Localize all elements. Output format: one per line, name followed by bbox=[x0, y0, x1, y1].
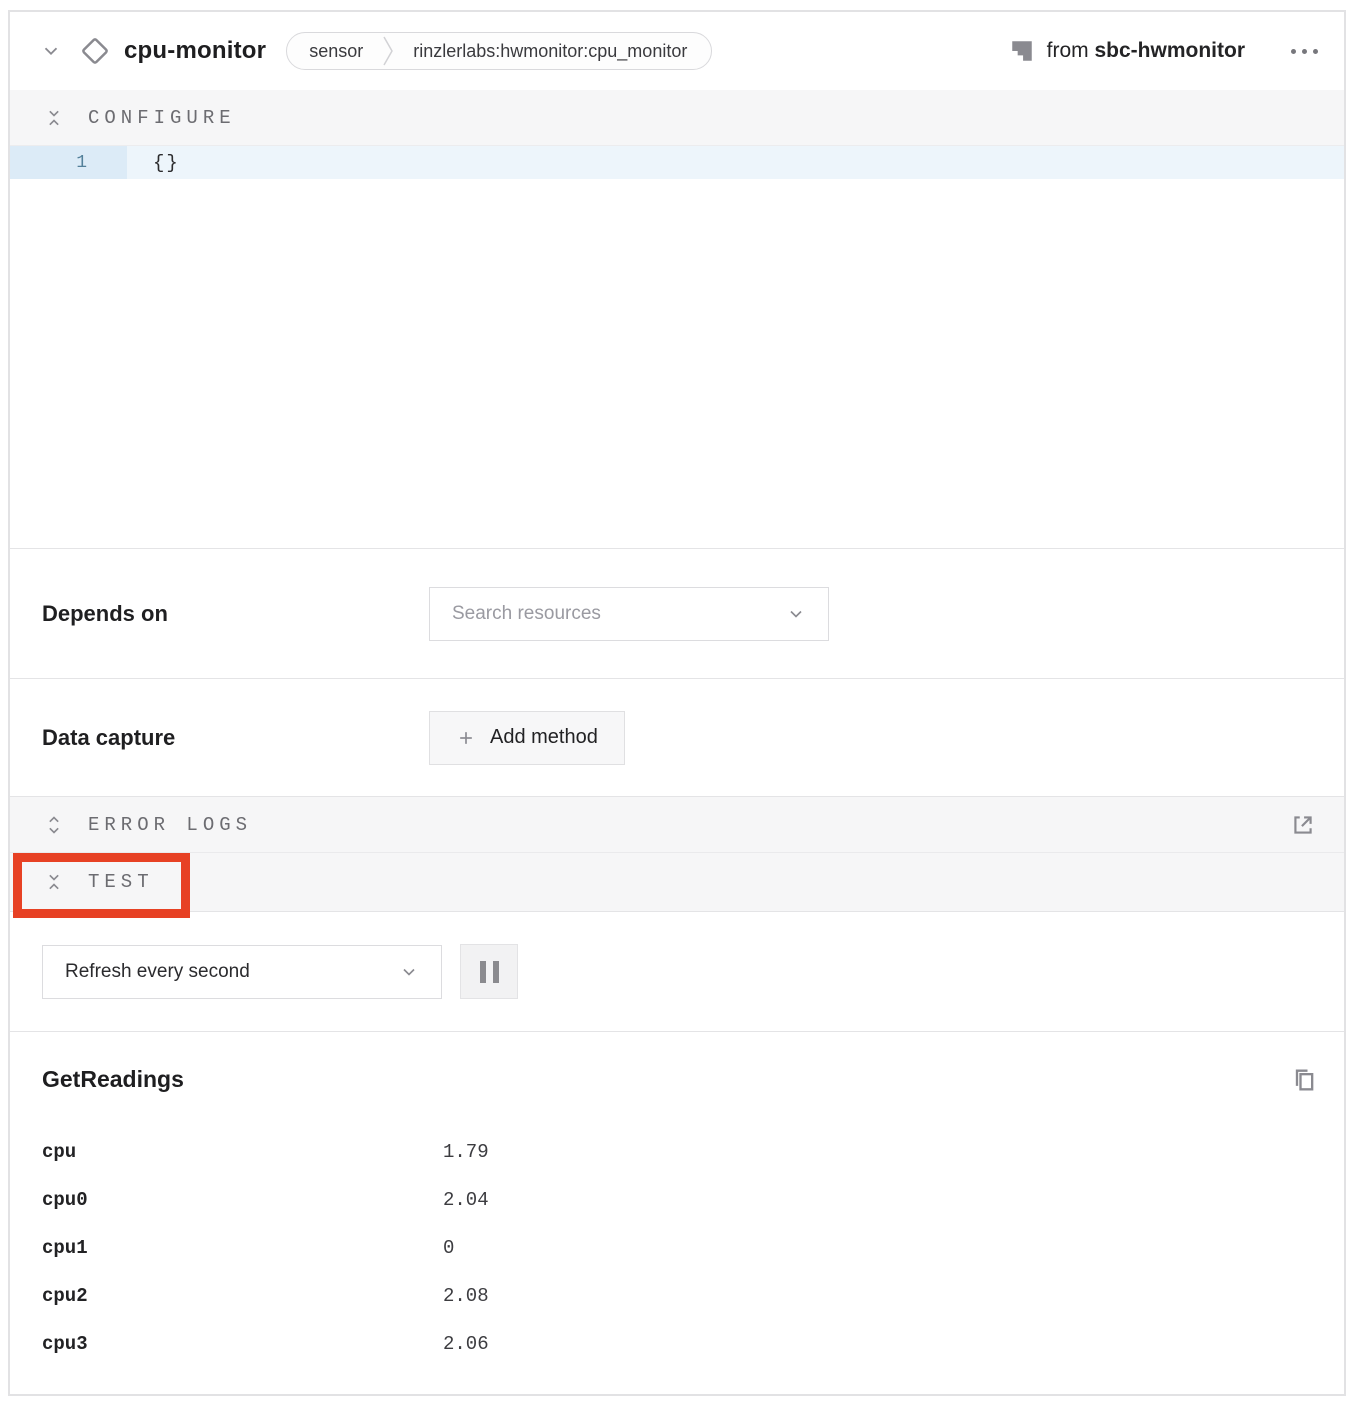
pill-separator-icon bbox=[381, 32, 395, 70]
reading-key: cpu bbox=[42, 1141, 443, 1163]
error-logs-section-label: ERROR LOGS bbox=[88, 814, 252, 836]
code-content[interactable]: {} bbox=[127, 146, 1344, 179]
collapse-section-icon[interactable] bbox=[44, 106, 64, 130]
test-controls: Refresh every second bbox=[10, 912, 1344, 1032]
readings-table: cpu 1.79 cpu0 2.04 cpu1 0 cpu2 2.08 cpu3… bbox=[42, 1128, 1318, 1368]
table-row: cpu 1.79 bbox=[42, 1128, 1318, 1176]
test-section-bar[interactable]: TEST bbox=[10, 853, 1344, 912]
reading-value: 0 bbox=[443, 1237, 454, 1259]
table-row: cpu2 2.08 bbox=[42, 1272, 1318, 1320]
chevron-down-icon bbox=[786, 604, 806, 624]
error-logs-section-bar[interactable]: ERROR LOGS bbox=[10, 796, 1344, 853]
component-title: cpu-monitor bbox=[124, 37, 266, 65]
sensor-component-icon bbox=[80, 36, 110, 66]
copy-icon[interactable] bbox=[1290, 1066, 1318, 1094]
component-type-pill: sensor rinzlerlabs:hwmonitor:cpu_monitor bbox=[286, 32, 712, 70]
test-section-label: TEST bbox=[88, 871, 154, 893]
chevron-down-icon bbox=[399, 962, 419, 982]
component-model: rinzlerlabs:hwmonitor:cpu_monitor bbox=[397, 41, 711, 62]
from-label: from bbox=[1047, 39, 1089, 62]
configure-section-bar[interactable]: CONFIGURE bbox=[10, 90, 1344, 146]
reading-key: cpu1 bbox=[42, 1237, 443, 1259]
reading-key: cpu3 bbox=[42, 1333, 443, 1355]
component-type: sensor bbox=[287, 41, 379, 62]
collapse-section-icon[interactable] bbox=[44, 870, 64, 894]
reading-key: cpu0 bbox=[42, 1189, 443, 1211]
depends-on-row: Depends on Search resources bbox=[10, 548, 1344, 678]
depends-on-placeholder: Search resources bbox=[452, 603, 786, 625]
table-row: cpu0 2.04 bbox=[42, 1176, 1318, 1224]
data-capture-label: Data capture bbox=[42, 725, 429, 751]
expand-section-icon[interactable] bbox=[44, 813, 64, 837]
reading-key: cpu2 bbox=[42, 1285, 443, 1307]
configure-section-label: CONFIGURE bbox=[88, 107, 236, 129]
reading-value: 2.06 bbox=[443, 1333, 489, 1355]
test-results-panel: GetReadings cpu 1.79 cpu0 2.04 cpu1 0 cp… bbox=[10, 1032, 1344, 1394]
data-capture-row: Data capture Add method bbox=[10, 678, 1344, 796]
configure-code-editor[interactable]: 1 {} bbox=[10, 146, 1344, 548]
collapse-chevron-icon[interactable] bbox=[40, 40, 62, 62]
refresh-rate-value: Refresh every second bbox=[65, 961, 399, 983]
add-method-button[interactable]: Add method bbox=[429, 711, 625, 765]
pause-refresh-button[interactable] bbox=[460, 944, 518, 999]
component-card: cpu-monitor sensor rinzlerlabs:hwmonitor… bbox=[8, 10, 1346, 1396]
reading-value: 2.08 bbox=[443, 1285, 489, 1307]
add-method-label: Add method bbox=[490, 726, 598, 749]
table-row: cpu1 0 bbox=[42, 1224, 1318, 1272]
open-in-new-icon[interactable] bbox=[1290, 812, 1316, 838]
depends-on-label: Depends on bbox=[42, 601, 429, 627]
from-part-info: from sbc-hwmonitor bbox=[1009, 38, 1245, 64]
line-number: 1 bbox=[10, 146, 127, 179]
depends-on-select[interactable]: Search resources bbox=[429, 587, 829, 641]
reading-value: 2.04 bbox=[443, 1189, 489, 1211]
plus-icon bbox=[456, 728, 476, 748]
component-header: cpu-monitor sensor rinzlerlabs:hwmonitor… bbox=[10, 12, 1344, 90]
overflow-menu-icon[interactable] bbox=[1291, 49, 1318, 54]
from-part-name: sbc-hwmonitor bbox=[1095, 39, 1246, 62]
method-name: GetReadings bbox=[42, 1066, 184, 1093]
machine-part-icon bbox=[1009, 38, 1035, 64]
refresh-rate-select[interactable]: Refresh every second bbox=[42, 945, 442, 999]
code-line[interactable]: 1 {} bbox=[10, 146, 1344, 179]
pause-icon bbox=[480, 961, 486, 983]
pause-icon bbox=[493, 961, 499, 983]
table-row: cpu3 2.06 bbox=[42, 1320, 1318, 1368]
reading-value: 1.79 bbox=[443, 1141, 489, 1163]
